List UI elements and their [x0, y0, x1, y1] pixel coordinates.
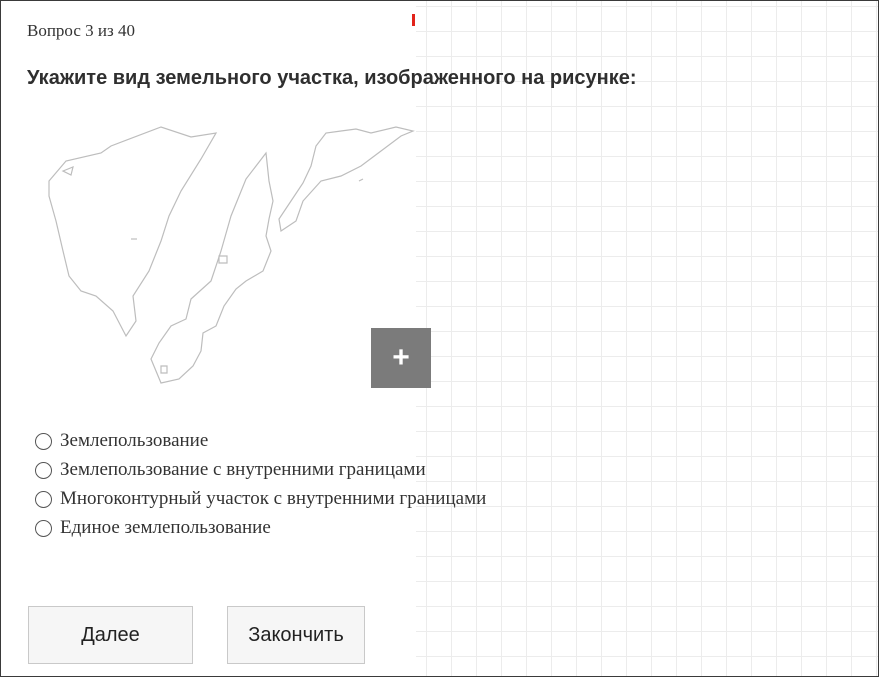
radio-icon[interactable] — [35, 432, 52, 450]
finish-button[interactable]: Закончить — [227, 606, 365, 664]
red-marker — [412, 14, 415, 26]
radio-icon[interactable] — [35, 519, 52, 537]
option-4[interactable]: Единое землепользование — [35, 514, 486, 542]
question-text: Укажите вид земельного участка, изображе… — [27, 67, 637, 89]
plot-contour-middle — [150, 151, 274, 384]
plot-contour-right — [278, 126, 415, 233]
answer-options: Землепользование Землепользование с внут… — [35, 427, 486, 543]
option-label: Единое землепользование — [60, 517, 271, 538]
radio-icon[interactable] — [35, 490, 52, 508]
option-1[interactable]: Землепользование — [35, 427, 486, 455]
radio-icon[interactable] — [35, 461, 52, 479]
option-label: Многоконтурный участок с внутренними гра… — [60, 488, 487, 509]
next-button[interactable]: Далее — [28, 606, 193, 664]
option-3[interactable]: Многоконтурный участок с внутренними гра… — [35, 485, 486, 513]
zoom-in-button[interactable]: + — [371, 328, 431, 388]
plot-contour-left — [48, 126, 218, 338]
quiz-panel: Вопрос 3 из 40 Укажите вид земельного уч… — [0, 0, 879, 677]
option-label: Землепользование с внутренними границами — [60, 459, 426, 480]
option-2[interactable]: Землепользование с внутренними границами — [35, 456, 486, 484]
question-counter: Вопрос 3 из 40 — [27, 21, 135, 40]
option-label: Землепользование — [60, 430, 209, 451]
